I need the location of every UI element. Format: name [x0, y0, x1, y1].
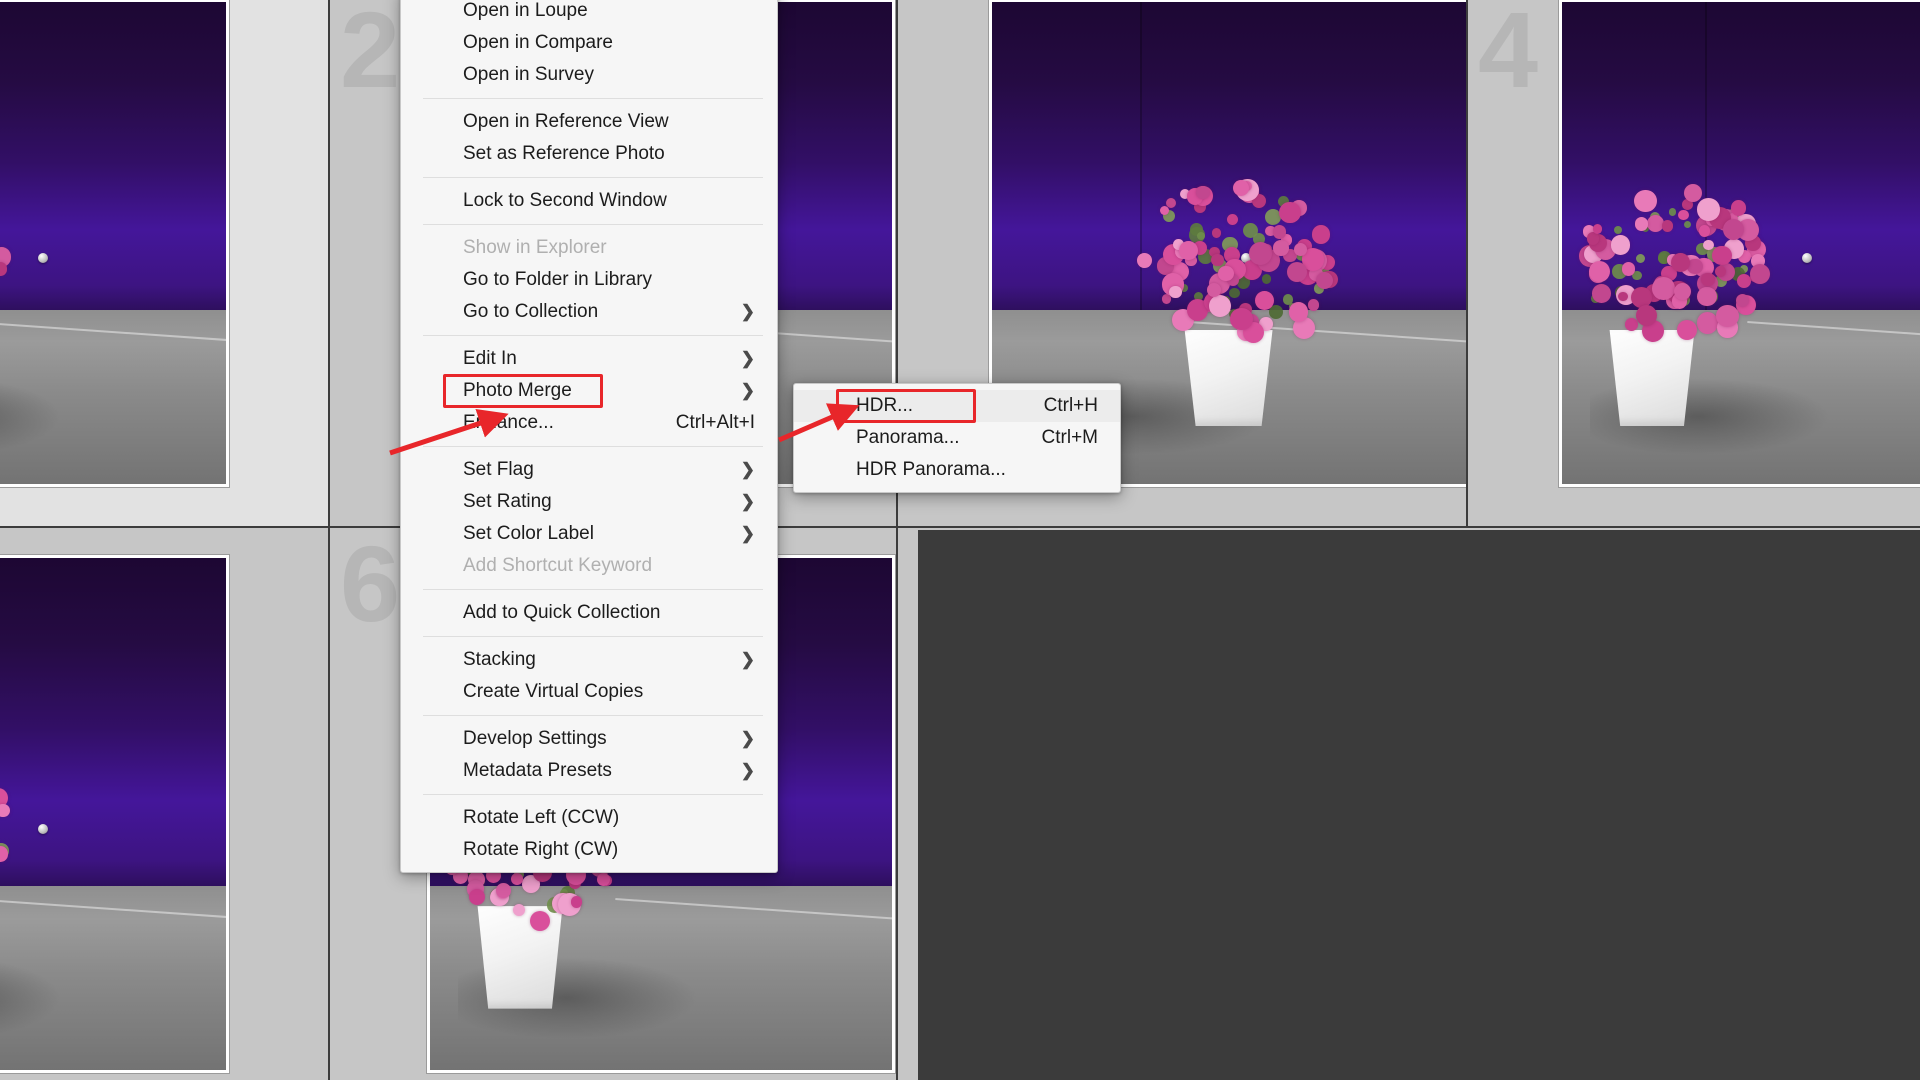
menu-item-go-to-folder-in-library[interactable]: Go to Folder in Library: [401, 264, 777, 296]
grid-cell[interactable]: [0, 528, 330, 1080]
photo-context-menu[interactable]: Open in Loupe Open in Compare Open in Surv…: [400, 0, 778, 873]
menu-item-label: Add to Quick Collection: [463, 602, 661, 624]
menu-item-shortcut: Ctrl+M: [982, 427, 1098, 449]
menu-item-shortcut: Ctrl+H: [984, 395, 1098, 417]
chevron-right-icon: ❯: [701, 650, 755, 670]
menu-item-open-in-loupe[interactable]: Open in Loupe: [401, 0, 777, 27]
submenu-item-hdr[interactable]: HDR... Ctrl+H: [794, 390, 1120, 422]
empty-workspace-panel: [918, 530, 1920, 1080]
menu-item-set-as-reference-photo[interactable]: Set as Reference Photo: [401, 138, 777, 170]
menu-separator: [423, 98, 763, 99]
menu-item-develop-settings[interactable]: Develop Settings ❯: [401, 723, 777, 755]
menu-item-label: Panorama...: [856, 427, 960, 449]
menu-item-label: Enhance...: [463, 412, 554, 434]
menu-item-add-to-quick-collection[interactable]: Add to Quick Collection: [401, 597, 777, 629]
menu-item-set-flag[interactable]: Set Flag ❯: [401, 454, 777, 486]
menu-item-label: HDR...: [856, 395, 913, 417]
menu-separator: [423, 715, 763, 716]
photo-merge-submenu[interactable]: HDR... Ctrl+H Panorama... Ctrl+M HDR Panoram…: [793, 383, 1121, 493]
menu-item-rotate-left-ccw[interactable]: Rotate Left (CCW): [401, 802, 777, 834]
menu-item-label: Rotate Left (CCW): [463, 807, 619, 829]
menu-item-label: Set Flag: [463, 459, 534, 481]
menu-item-label: Set as Reference Photo: [463, 143, 665, 165]
submenu-item-hdr-panorama[interactable]: HDR Panorama...: [794, 454, 1120, 486]
chevron-right-icon: ❯: [701, 761, 755, 781]
menu-item-label: Set Rating: [463, 491, 552, 513]
menu-item-label: Metadata Presets: [463, 760, 612, 782]
menu-separator: [423, 177, 763, 178]
menu-separator: [423, 794, 763, 795]
menu-item-shortcut: Ctrl+Alt+I: [616, 412, 755, 434]
chevron-right-icon: ❯: [701, 524, 755, 544]
menu-item-label: Open in Reference View: [463, 111, 669, 133]
menu-separator: [423, 636, 763, 637]
cell-index-label: 6: [340, 530, 398, 638]
menu-item-label: HDR Panorama...: [856, 459, 1006, 481]
chevron-right-icon: ❯: [701, 492, 755, 512]
menu-item-label: Edit In: [463, 348, 517, 370]
menu-item-add-shortcut-keyword: Add Shortcut Keyword: [401, 550, 777, 582]
menu-item-label: Open in Survey: [463, 64, 594, 86]
chevron-right-icon: ❯: [701, 729, 755, 749]
flower-cluster: [0, 156, 6, 349]
menu-separator: [423, 446, 763, 447]
flower-cluster: [0, 722, 6, 927]
photo-thumbnail[interactable]: [0, 554, 230, 1074]
chevron-right-icon: ❯: [701, 302, 755, 322]
submenu-item-panorama[interactable]: Panorama... Ctrl+M: [794, 422, 1120, 454]
menu-item-label: Create Virtual Copies: [463, 681, 643, 703]
menu-item-set-color-label[interactable]: Set Color Label ❯: [401, 518, 777, 550]
menu-item-rotate-right-cw[interactable]: Rotate Right (CW): [401, 834, 777, 866]
menu-item-open-in-reference-view[interactable]: Open in Reference View: [401, 106, 777, 138]
menu-item-show-in-explorer: Show in Explorer: [401, 232, 777, 264]
flower-cluster: [1121, 156, 1341, 349]
menu-item-label: Open in Loupe: [463, 0, 588, 22]
menu-item-label: Develop Settings: [463, 728, 607, 750]
menu-item-label: Rotate Right (CW): [463, 839, 618, 861]
photo-image: [1562, 2, 1920, 484]
menu-item-stacking[interactable]: Stacking ❯: [401, 644, 777, 676]
menu-item-set-rating[interactable]: Set Rating ❯: [401, 486, 777, 518]
menu-item-label: Photo Merge: [463, 380, 572, 402]
menu-item-enhance[interactable]: Enhance... Ctrl+Alt+I: [401, 407, 777, 439]
cell-index-label: 2: [340, 0, 398, 104]
screen: 2 3: [0, 0, 1920, 1080]
menu-item-label: Open in Compare: [463, 32, 613, 54]
menu-item-label: Set Color Label: [463, 523, 594, 545]
menu-separator: [423, 224, 763, 225]
menu-item-lock-to-second-window[interactable]: Lock to Second Window: [401, 185, 777, 217]
photo-thumbnail[interactable]: [0, 0, 230, 488]
grid-cell[interactable]: 4: [1468, 0, 1920, 528]
photo-thumbnail[interactable]: [1558, 0, 1920, 488]
menu-item-label: Show in Explorer: [463, 237, 607, 259]
menu-item-open-in-survey[interactable]: Open in Survey: [401, 59, 777, 91]
photo-image: [0, 558, 226, 1070]
menu-item-open-in-compare[interactable]: Open in Compare: [401, 27, 777, 59]
chevron-right-icon: ❯: [701, 381, 755, 401]
cell-index-label: 4: [1478, 0, 1536, 104]
menu-item-label: Stacking: [463, 649, 536, 671]
flower-cluster: [1562, 156, 1765, 349]
photo-image: [0, 2, 226, 484]
menu-separator: [423, 589, 763, 590]
menu-item-go-to-collection[interactable]: Go to Collection ❯: [401, 296, 777, 328]
menu-separator: [423, 335, 763, 336]
menu-item-label: Add Shortcut Keyword: [463, 555, 652, 577]
grid-cell[interactable]: [0, 0, 330, 528]
chevron-right-icon: ❯: [701, 349, 755, 369]
chevron-right-icon: ❯: [701, 460, 755, 480]
menu-item-create-virtual-copies[interactable]: Create Virtual Copies: [401, 676, 777, 708]
menu-item-label: Go to Collection: [463, 301, 598, 323]
menu-item-metadata-presets[interactable]: Metadata Presets ❯: [401, 755, 777, 787]
menu-item-label: Lock to Second Window: [463, 190, 667, 212]
menu-item-label: Go to Folder in Library: [463, 269, 652, 291]
menu-item-edit-in[interactable]: Edit In ❯: [401, 343, 777, 375]
menu-item-photo-merge[interactable]: Photo Merge ❯: [401, 375, 777, 407]
